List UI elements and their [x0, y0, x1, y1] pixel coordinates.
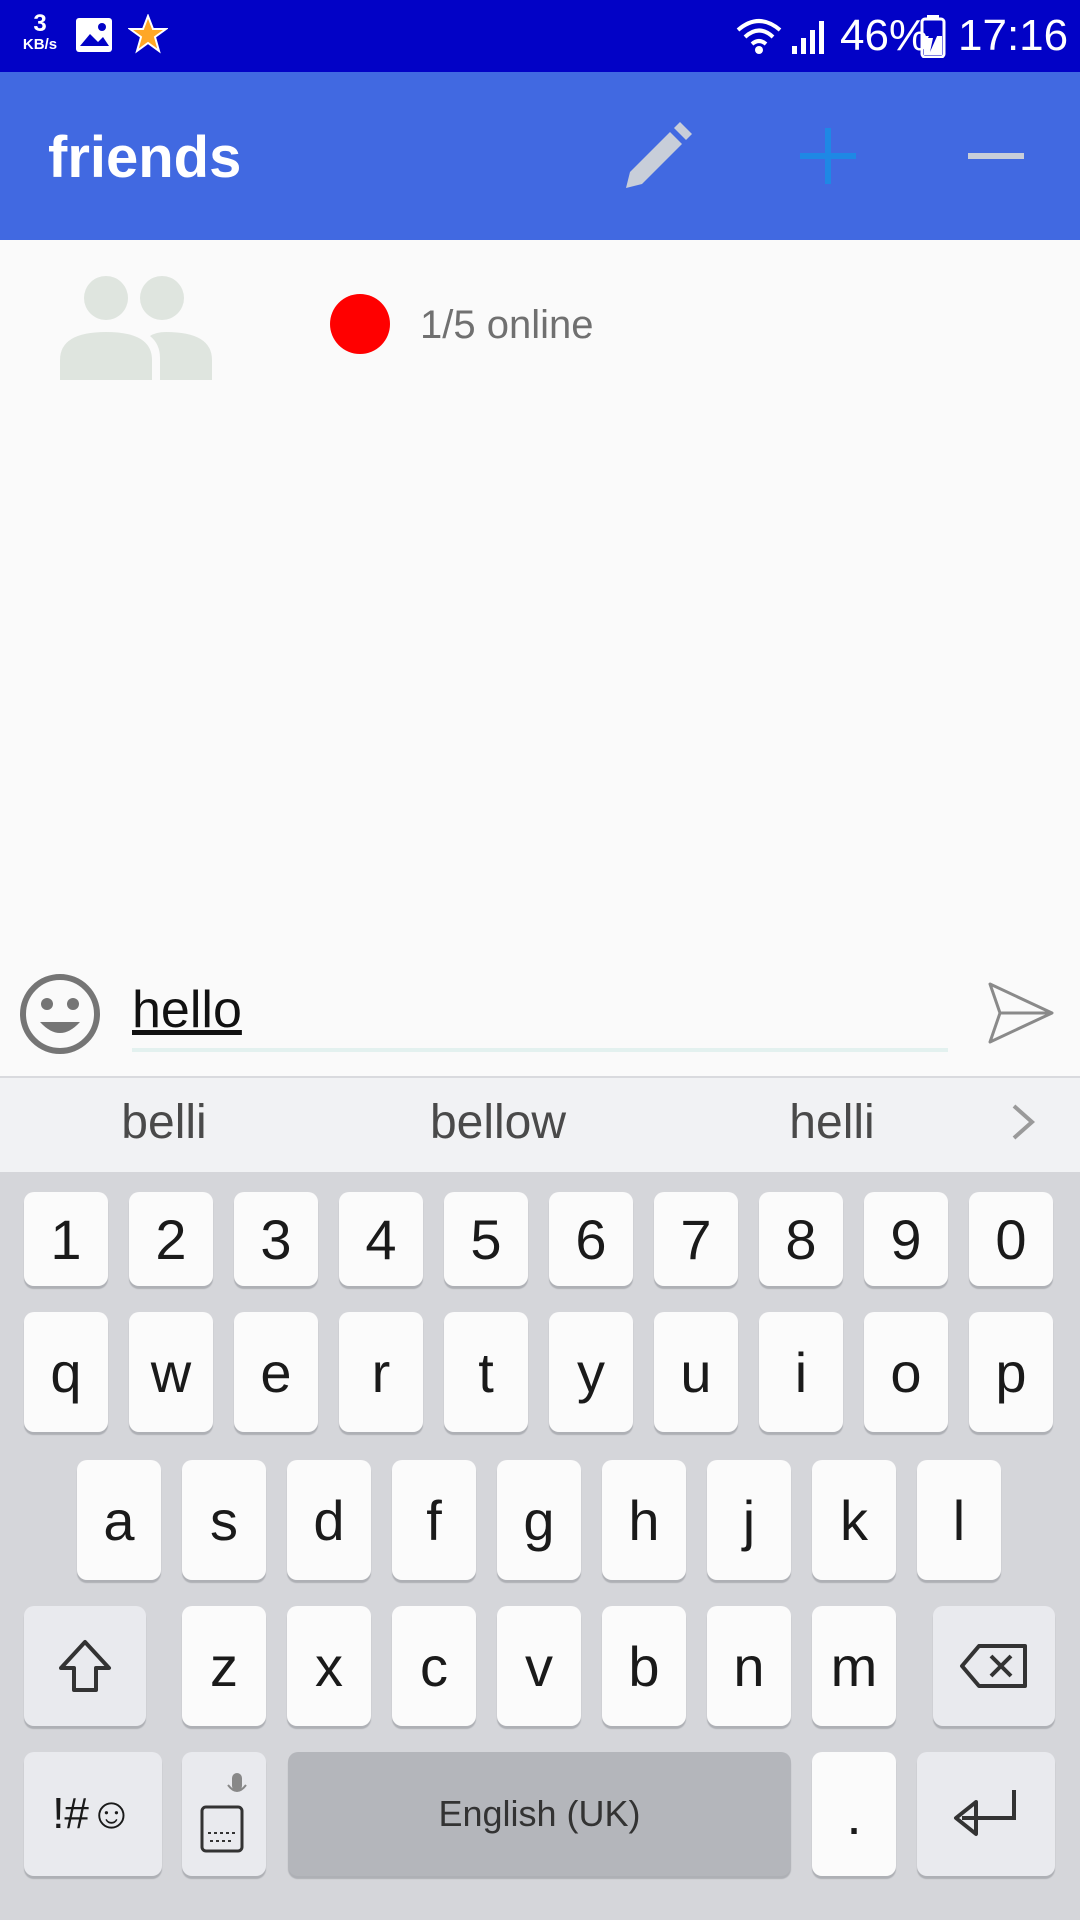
key-t[interactable]: t — [444, 1312, 528, 1432]
online-count: 1/5 online — [420, 303, 594, 347]
key-9[interactable]: 9 — [864, 1192, 948, 1286]
key-x[interactable]: x — [287, 1606, 371, 1726]
shift-icon — [59, 1640, 111, 1692]
keyboard-settings-key[interactable] — [182, 1752, 266, 1876]
backspace-icon — [960, 1644, 1027, 1688]
shift-key[interactable] — [24, 1606, 146, 1726]
key-1[interactable]: 1 — [24, 1192, 108, 1286]
image-icon — [76, 18, 112, 52]
key-s[interactable]: s — [182, 1460, 266, 1580]
key-a[interactable]: a — [77, 1460, 161, 1580]
remove-icon[interactable] — [964, 124, 1028, 188]
key-w[interactable]: w — [129, 1312, 213, 1432]
key-p[interactable]: p — [969, 1312, 1053, 1432]
backspace-key[interactable] — [933, 1606, 1055, 1726]
group-icon — [60, 276, 212, 380]
emoji-icon[interactable] — [18, 972, 102, 1056]
app-bar: friends — [0, 72, 1080, 240]
key-c[interactable]: c — [392, 1606, 476, 1726]
key-y[interactable]: y — [549, 1312, 633, 1432]
space-bar[interactable]: English (UK) — [288, 1752, 791, 1876]
key-g[interactable]: g — [497, 1460, 581, 1580]
period-key[interactable]: . — [812, 1752, 896, 1876]
key-3[interactable]: 3 — [234, 1192, 318, 1286]
battery-charging-icon — [920, 15, 946, 58]
page-title: friends — [48, 125, 242, 190]
chevron-right-icon[interactable] — [1006, 1102, 1040, 1142]
key-o[interactable]: o — [864, 1312, 948, 1432]
key-2[interactable]: 2 — [129, 1192, 213, 1286]
network-speed-value: 3 — [33, 10, 47, 37]
network-speed-unit: KB/s — [22, 36, 58, 53]
key-4[interactable]: 4 — [339, 1192, 423, 1286]
key-u[interactable]: u — [654, 1312, 738, 1432]
battery-percent: 46% — [840, 11, 929, 60]
edit-icon[interactable] — [616, 118, 696, 198]
wifi-icon — [736, 19, 782, 54]
key-l[interactable]: l — [917, 1460, 1001, 1580]
key-h[interactable]: h — [602, 1460, 686, 1580]
status-bar: 3 KB/s 46% 17:16 — [0, 0, 1080, 72]
key-n[interactable]: n — [707, 1606, 791, 1726]
enter-key[interactable] — [917, 1752, 1055, 1876]
key-m[interactable]: m — [812, 1606, 896, 1726]
key-z[interactable]: z — [182, 1606, 266, 1726]
key-f[interactable]: f — [392, 1460, 476, 1580]
network-speed: 3 KB/s — [16, 12, 64, 54]
key-v[interactable]: v — [497, 1606, 581, 1726]
send-icon[interactable] — [986, 978, 1056, 1048]
clock: 17:16 — [958, 11, 1069, 60]
star-icon — [128, 14, 168, 54]
key-d[interactable]: d — [287, 1460, 371, 1580]
enter-icon — [954, 1790, 1016, 1836]
key-6[interactable]: 6 — [549, 1192, 633, 1286]
key-5[interactable]: 5 — [444, 1192, 528, 1286]
suggestion-3[interactable]: helli — [732, 1093, 932, 1153]
add-icon[interactable] — [796, 124, 860, 188]
input-underline — [132, 1048, 948, 1052]
key-7[interactable]: 7 — [654, 1192, 738, 1286]
key-0[interactable]: 0 — [969, 1192, 1053, 1286]
symbols-key[interactable]: !#☺ — [24, 1752, 162, 1876]
signal-icon — [792, 21, 824, 54]
keyboard-mic-icon — [200, 1773, 247, 1853]
suggestion-1[interactable]: belli — [64, 1093, 264, 1153]
key-e[interactable]: e — [234, 1312, 318, 1432]
key-q[interactable]: q — [24, 1312, 108, 1432]
key-b[interactable]: b — [602, 1606, 686, 1726]
key-8[interactable]: 8 — [759, 1192, 843, 1286]
suggestion-2[interactable]: bellow — [398, 1093, 598, 1153]
message-input[interactable] — [132, 970, 948, 1050]
key-r[interactable]: r — [339, 1312, 423, 1432]
online-status-indicator — [330, 294, 390, 354]
key-i[interactable]: i — [759, 1312, 843, 1432]
key-j[interactable]: j — [707, 1460, 791, 1580]
key-k[interactable]: k — [812, 1460, 896, 1580]
